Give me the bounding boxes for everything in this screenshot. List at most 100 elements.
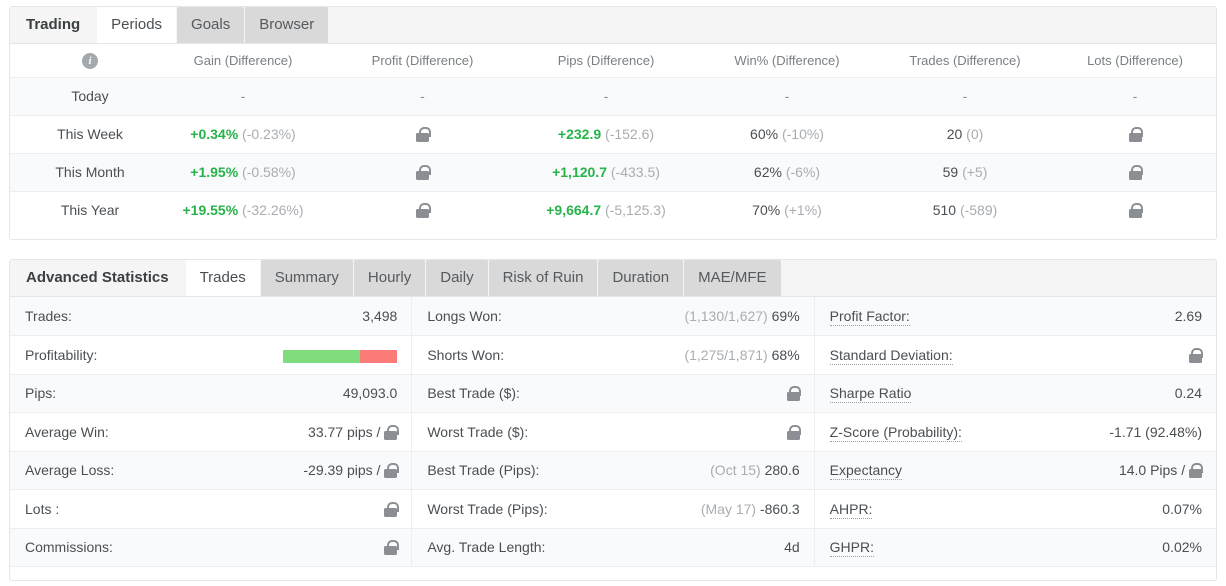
- profitability-win-segment: [283, 350, 359, 363]
- primary-value: 0.24: [1175, 385, 1202, 401]
- value: +9,664.7: [546, 202, 601, 218]
- tooltip-label[interactable]: AHPR:: [830, 501, 873, 519]
- stat-label-average-win: Average Win:: [10, 413, 235, 452]
- stat-label-expectancy[interactable]: Expectancy: [815, 451, 1040, 490]
- stat-label-commissions: Commissions:: [10, 528, 235, 567]
- stat-value-commissions: [235, 528, 412, 567]
- tab-risk-of-ruin[interactable]: Risk of Ruin: [489, 260, 598, 296]
- cell-gain: +0.34% (-0.23%): [155, 115, 331, 153]
- stat-row: Longs Won:(1,130/1,627) 69%: [412, 297, 813, 336]
- stat-value-worst-trade: [637, 413, 814, 452]
- cell-profit: [331, 191, 514, 229]
- periods-tabstrip: TradingPeriodsGoalsBrowser: [10, 7, 1216, 44]
- cell-gain: -: [155, 77, 331, 115]
- periods-info-header: i: [10, 44, 155, 77]
- difference-value: (-10%): [782, 126, 824, 142]
- tab-trades[interactable]: Trades: [186, 260, 260, 296]
- primary-value: 68%: [772, 347, 800, 363]
- empty-value: -: [785, 88, 790, 104]
- tooltip-label[interactable]: Profit Factor:: [830, 308, 910, 326]
- value: +19.55%: [182, 202, 238, 218]
- empty-value: -: [604, 88, 609, 104]
- stat-value-trades: 3,498: [235, 297, 412, 336]
- info-icon[interactable]: i: [82, 53, 98, 69]
- tooltip-label[interactable]: Standard Deviation:: [830, 347, 953, 365]
- tooltip-label[interactable]: Sharpe Ratio: [830, 385, 912, 403]
- cell-profit: -: [331, 77, 514, 115]
- stats-column-3: Profit Factor: 2.69 Standard Deviation: Sha…: [814, 297, 1216, 567]
- stat-value-lots: [235, 490, 412, 529]
- cell-trades: 59 (+5): [876, 153, 1054, 191]
- tab-summary[interactable]: Summary: [261, 260, 353, 296]
- difference-value: (-32.26%): [242, 202, 303, 218]
- tooltip-label[interactable]: Z-Score (Probability):: [830, 424, 962, 442]
- periods-panel: TradingPeriodsGoalsBrowser iGain (Differ…: [9, 6, 1217, 240]
- stat-label-best-trade: Best Trade ($):: [412, 374, 637, 413]
- cell-pips: +9,664.7 (-5,125.3): [514, 191, 698, 229]
- stat-value-shorts-won: (1,275/1,871) 68%: [637, 336, 814, 375]
- difference-value: (0): [966, 126, 983, 142]
- tooltip-label[interactable]: Expectancy: [830, 462, 902, 480]
- stat-label-profit-factor[interactable]: Profit Factor:: [815, 297, 1040, 336]
- stat-label-z-score-probability[interactable]: Z-Score (Probability):: [815, 413, 1040, 452]
- table-row: This Year+19.55% (-32.26%)+9,664.7 (-5,1…: [10, 191, 1216, 229]
- cell-gain: +1.95% (-0.58%): [155, 153, 331, 191]
- difference-value: (-433.5): [611, 164, 660, 180]
- stat-value-best-trade: [637, 374, 814, 413]
- stat-label-average-loss: Average Loss:: [10, 451, 235, 490]
- stat-row: Worst Trade ($):: [412, 413, 813, 452]
- cell-profit: [331, 153, 514, 191]
- stat-row: Pips:49,093.0: [10, 374, 411, 413]
- value: 510: [933, 202, 956, 218]
- stat-row: Average Win:33.77 pips /: [10, 413, 411, 452]
- stat-label-shorts-won: Shorts Won:: [412, 336, 637, 375]
- cell-win: 60% (-10%): [698, 115, 876, 153]
- cell-profit: [331, 115, 514, 153]
- stat-label-trades: Trades:: [10, 297, 235, 336]
- lock-icon: [1129, 127, 1142, 142]
- value: 62%: [754, 164, 782, 180]
- stats-column-2: Longs Won:(1,130/1,627) 69%Shorts Won:(1…: [411, 297, 813, 567]
- advanced-statistics-panel: Advanced StatisticsTradesSummaryHourlyDa…: [9, 259, 1217, 581]
- difference-value: (+1%): [784, 202, 822, 218]
- value: +1.95%: [190, 164, 238, 180]
- lock-icon: [384, 540, 397, 555]
- tab-daily[interactable]: Daily: [426, 260, 487, 296]
- stat-value-z-score-probability: -1.71 (92.48%): [1039, 413, 1216, 452]
- difference-value: (-6%): [786, 164, 820, 180]
- tab-goals[interactable]: Goals: [177, 7, 244, 43]
- stat-label-ghpr[interactable]: GHPR:: [815, 528, 1040, 567]
- tab-hourly[interactable]: Hourly: [354, 260, 425, 296]
- stat-value-sharpe-ratio: 0.24: [1039, 374, 1216, 413]
- tab-duration[interactable]: Duration: [598, 260, 683, 296]
- stat-value-expectancy: 14.0 Pips /: [1039, 451, 1216, 490]
- cell-lots: [1054, 153, 1216, 191]
- stat-value-profit-factor: 2.69: [1039, 297, 1216, 336]
- difference-value: (-589): [960, 202, 997, 218]
- lock-icon: [1189, 348, 1202, 363]
- stat-label-sharpe-ratio[interactable]: Sharpe Ratio: [815, 374, 1040, 413]
- stats-column-1: Trades:3,498Profitability:Pips:49,093.0A…: [10, 297, 411, 567]
- stat-row: Profit Factor: 2.69: [815, 297, 1216, 336]
- tooltip-label[interactable]: GHPR:: [830, 539, 874, 557]
- stat-label-pips: Pips:: [10, 374, 235, 413]
- stat-row: Best Trade ($):: [412, 374, 813, 413]
- lock-icon: [384, 425, 397, 440]
- stat-label-ahpr[interactable]: AHPR:: [815, 490, 1040, 529]
- tab-periods[interactable]: Periods: [97, 7, 176, 43]
- cell-pips: -: [514, 77, 698, 115]
- stat-label-worst-trade-pips: Worst Trade (Pips):: [412, 490, 637, 529]
- cell-trades: 510 (-589): [876, 191, 1054, 229]
- table-row: Today------: [10, 77, 1216, 115]
- secondary-value: (1,130/1,627): [684, 308, 767, 324]
- empty-value: -: [420, 88, 425, 104]
- stat-label-standard-deviation[interactable]: Standard Deviation:: [815, 336, 1040, 375]
- table-row: This Month+1.95% (-0.58%)+1,120.7 (-433.…: [10, 153, 1216, 191]
- primary-value: -860.3: [760, 501, 800, 517]
- tab-browser[interactable]: Browser: [245, 7, 328, 43]
- column-header-profit-difference: Profit (Difference): [331, 44, 514, 77]
- tab-mae-mfe[interactable]: MAE/MFE: [684, 260, 780, 296]
- stat-label-profitability: Profitability:: [10, 336, 235, 375]
- lock-icon: [384, 463, 397, 478]
- stat-row: Avg. Trade Length:4d: [412, 528, 813, 567]
